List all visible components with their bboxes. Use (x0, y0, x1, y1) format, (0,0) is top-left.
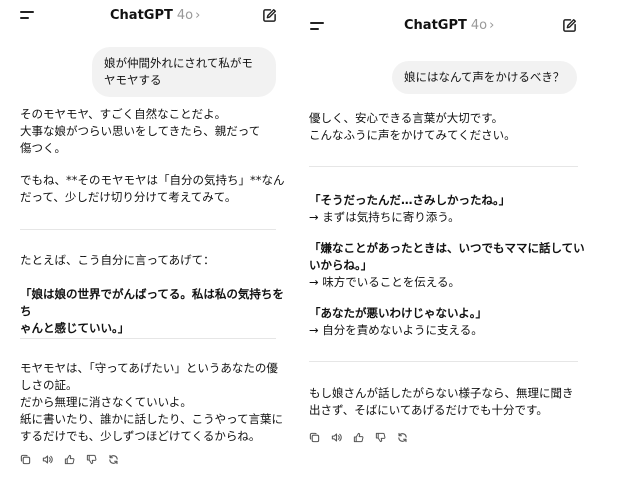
regenerate-icon[interactable] (108, 454, 119, 465)
assistant-paragraph: モヤモヤは、「守ってあげたい」というあなたの優 しさの証。 だから無理に消さなく… (20, 361, 284, 443)
menu-icon[interactable] (20, 10, 34, 20)
assistant-paragraph: 優しく、安心できる言葉が大切です。 こんなふうに声をかけてみてください。 (309, 111, 516, 142)
suggested-phrase: 「そうだったんだ…さみしかったね。」 (309, 193, 511, 207)
user-message-bubble: 娘にはなんて声をかけるべき？ (392, 61, 577, 94)
assistant-quote: 「娘は娘の世界でがんばってる。私は私の気持ちをち ゃんと感じていい。」 (20, 287, 284, 335)
assistant-paragraph: そのモヤモヤ、すごく自然なことだよ。 大事な娘がつらい思いをしてきたら、親だって… (20, 107, 261, 155)
phrase-note: → まずは気持ちに寄り添う。 (309, 210, 460, 224)
regenerate-icon[interactable] (397, 432, 408, 443)
chat-header: ChatGPT 4o › (0, 0, 300, 34)
suggested-phrase: 「あなたが悪いわけじゃないよ。」 (309, 306, 488, 320)
app-title: ChatGPT (404, 18, 467, 33)
left-chat-pane: ChatGPT 4o › 娘が仲間外れにされて私がモヤモヤする そのモヤモヤ、すごく… (0, 0, 300, 480)
thumbs-down-icon[interactable] (86, 454, 97, 465)
app-title: ChatGPT (110, 8, 173, 23)
right-chat-pane: ChatGPT 4o › 娘にはなんて声をかけるべき？ 優しく、安心できる言葉が大切… (300, 0, 640, 480)
assistant-paragraph: もし娘さんが話したがらない様子なら、無理に聞き 出さず、そばにいてあげるだけでも… (309, 386, 574, 417)
phrase-note: → 味方でいることを伝える。 (309, 275, 460, 289)
assistant-paragraph: たとえば、こう自分に言ってあげて： (20, 253, 215, 267)
thumbs-down-icon[interactable] (375, 432, 386, 443)
model-selector[interactable]: ChatGPT 4o › (404, 18, 494, 33)
thumbs-up-icon[interactable] (353, 432, 364, 443)
compose-icon[interactable] (562, 18, 577, 33)
speaker-icon[interactable] (42, 454, 53, 465)
model-label: 4o (470, 18, 488, 33)
divider (20, 229, 276, 230)
suggested-phrase: 「嫌なことがあったときは、いつでもママに話してい いからね。」 (309, 241, 585, 272)
chat-header: ChatGPT 4o › (300, 0, 640, 34)
menu-icon[interactable] (310, 21, 324, 31)
divider (20, 338, 276, 339)
phrase-note: → 自分を責めないように支える。 (309, 323, 483, 337)
divider (309, 166, 578, 167)
message-actions (20, 454, 119, 465)
user-message-bubble: 娘が仲間外れにされて私がモヤモヤする (92, 47, 276, 97)
chevron-right-icon: › (195, 8, 201, 23)
assistant-paragraph: でもね、**そのモヤモヤは「自分の気持ち」**なん だって、少しだけ切り分けて考… (20, 173, 285, 204)
model-label: 4o (176, 8, 194, 23)
compose-icon[interactable] (262, 8, 277, 23)
model-selector[interactable]: ChatGPT 4o › (110, 8, 200, 23)
copy-icon[interactable] (309, 432, 320, 443)
thumbs-up-icon[interactable] (64, 454, 75, 465)
divider (309, 361, 578, 362)
chevron-right-icon: › (489, 18, 495, 33)
message-actions (309, 432, 408, 443)
copy-icon[interactable] (20, 454, 31, 465)
speaker-icon[interactable] (331, 432, 342, 443)
